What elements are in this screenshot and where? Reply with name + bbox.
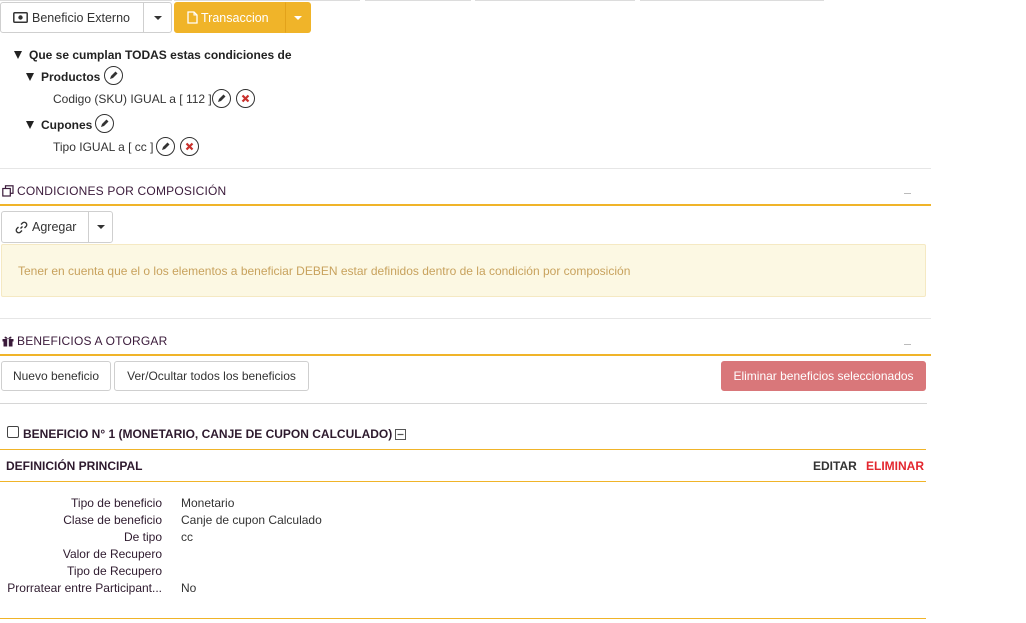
field-value: cc <box>181 530 193 544</box>
agregar-button[interactable]: Agregar <box>1 211 89 243</box>
field-label: Valor de Recupero <box>62 547 162 561</box>
field-label: Clase de beneficio <box>63 513 162 527</box>
document-icon <box>187 11 198 24</box>
divider <box>0 318 931 319</box>
field-label: Tipo de beneficio <box>71 496 162 510</box>
composition-title: CONDICIONES POR COMPOSICIÓN <box>17 184 227 198</box>
agregar-label: Agregar <box>32 220 77 234</box>
money-icon <box>13 12 28 23</box>
collapse-triangle-icon <box>26 121 34 129</box>
top-divider <box>365 0 471 1</box>
field-value: No <box>181 581 197 595</box>
edit-condition-button[interactable] <box>156 137 175 156</box>
edit-cupones-button[interactable] <box>95 114 114 133</box>
nuevo-beneficio-button[interactable]: Nuevo beneficio <box>1 361 111 391</box>
composition-section-title: CONDICIONES POR COMPOSICIÓN <box>2 184 226 198</box>
benefit-checkbox[interactable] <box>7 426 19 438</box>
condition-item: Tipo IGUAL a [ cc ] <box>53 140 154 154</box>
section-underline <box>0 618 926 619</box>
conditions-root[interactable]: Que se cumplan TODAS estas condiciones d… <box>14 48 292 62</box>
gift-icon <box>2 336 14 347</box>
chevron-down-icon <box>96 225 105 229</box>
collapse-section-icon[interactable] <box>904 193 911 194</box>
chevron-down-icon <box>294 15 302 20</box>
field-value: Monetario <box>181 496 235 510</box>
chevron-down-icon <box>153 15 162 20</box>
collapse-triangle-icon <box>14 51 22 59</box>
edit-benefit-link[interactable]: EDITAR <box>813 459 857 473</box>
top-divider <box>475 0 635 1</box>
nuevo-beneficio-label: Nuevo beneficio <box>12 369 100 383</box>
field-label: Prorratear entre Participant... <box>7 581 162 595</box>
section-underline <box>0 204 931 206</box>
top-divider <box>0 0 172 1</box>
pencil-icon <box>110 71 118 79</box>
condition-group-label: Productos <box>41 70 101 84</box>
toggle-all-benefits-button[interactable]: Ver/Ocultar todos los beneficios <box>114 361 309 391</box>
agregar-dropdown[interactable] <box>88 211 113 243</box>
field-label: De tipo <box>123 530 162 544</box>
transaccion-label: Transaccion <box>201 10 269 25</box>
section-underline <box>0 449 926 450</box>
collapse-square-icon[interactable] <box>395 428 407 440</box>
copy-icon <box>2 185 14 197</box>
collapse-triangle-icon <box>26 73 34 81</box>
section-underline <box>0 481 926 482</box>
field-label: Tipo de Recupero <box>67 564 162 578</box>
benefits-section-title: BENEFICIOS A OTORGAR <box>2 334 167 348</box>
divider <box>0 168 931 169</box>
collapse-section-icon[interactable] <box>904 344 911 345</box>
close-icon <box>241 94 250 103</box>
conditions-root-label: Que se cumplan TODAS estas condiciones d… <box>29 48 292 62</box>
transaccion-button[interactable]: Transaccion <box>174 2 286 33</box>
edit-condition-button[interactable] <box>212 89 231 108</box>
link-icon <box>15 221 28 233</box>
edit-productos-button[interactable] <box>104 66 123 85</box>
delete-selected-benefits-button[interactable]: Eliminar beneficios seleccionados <box>721 361 926 391</box>
section-underline <box>0 354 931 356</box>
top-divider <box>640 0 824 1</box>
definicion-principal-title: DEFINICIÓN PRINCIPAL <box>6 459 143 473</box>
divider <box>0 403 927 404</box>
delete-benefit-link[interactable]: ELIMINAR <box>866 459 924 473</box>
composition-notice-text: Tener en cuenta que el o los elementos a… <box>18 264 631 278</box>
toggle-all-benefits-label: Ver/Ocultar todos los beneficios <box>127 369 296 383</box>
condition-group-cupones[interactable]: Cupones <box>26 118 92 132</box>
condition-group-label: Cupones <box>41 118 93 132</box>
benefit-item-header[interactable]: BENEFICIO N° 1 (MONETARIO, CANJE DE CUPO… <box>23 427 407 441</box>
field-value: Canje de cupon Calculado <box>181 513 322 527</box>
benefit-item-title: BENEFICIO N° 1 (MONETARIO, CANJE DE CUPO… <box>23 427 393 441</box>
delete-condition-button[interactable] <box>236 89 255 108</box>
benefits-title: BENEFICIOS A OTORGAR <box>17 334 168 348</box>
beneficio-externo-label: Beneficio Externo <box>32 10 130 25</box>
pencil-icon <box>162 142 170 150</box>
condition-group-productos[interactable]: Productos <box>26 70 100 84</box>
pencil-icon <box>218 94 226 102</box>
close-icon <box>185 142 194 151</box>
benefit-field-labels: Tipo de beneficio Clase de beneficio De … <box>0 496 162 596</box>
composition-notice: Tener en cuenta que el o los elementos a… <box>1 244 926 297</box>
condition-item: Codigo (SKU) IGUAL a [ 112 ] <box>53 92 212 106</box>
delete-condition-button[interactable] <box>180 137 199 156</box>
beneficio-externo-dropdown[interactable] <box>143 2 172 33</box>
pencil-icon <box>101 119 109 127</box>
delete-selected-benefits-label: Eliminar beneficios seleccionados <box>733 369 914 383</box>
transaccion-dropdown[interactable] <box>285 2 311 33</box>
top-divider <box>174 0 360 1</box>
beneficio-externo-button[interactable]: Beneficio Externo <box>0 2 144 33</box>
